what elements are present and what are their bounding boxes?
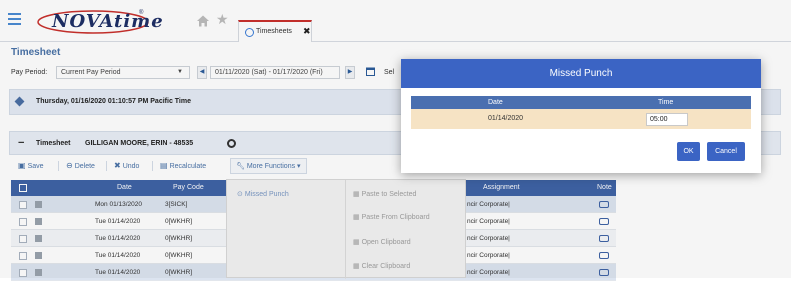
dialog-title: Missed Punch xyxy=(401,59,761,88)
ok-button[interactable]: OK xyxy=(677,142,700,161)
col-time: Time xyxy=(658,99,674,106)
punch-date: 01/14/2020 xyxy=(488,115,524,122)
col-date: Date xyxy=(488,99,503,106)
time-input[interactable]: 05:00 xyxy=(646,113,688,126)
missed-punch-dialog: Missed Punch Date Time 01/14/2020 05:00 … xyxy=(401,59,761,173)
cancel-button[interactable]: Cancel xyxy=(707,142,745,161)
missed-punch-row: 01/14/2020 05:00 xyxy=(411,109,751,129)
missed-punch-header: Date Time xyxy=(411,96,751,109)
